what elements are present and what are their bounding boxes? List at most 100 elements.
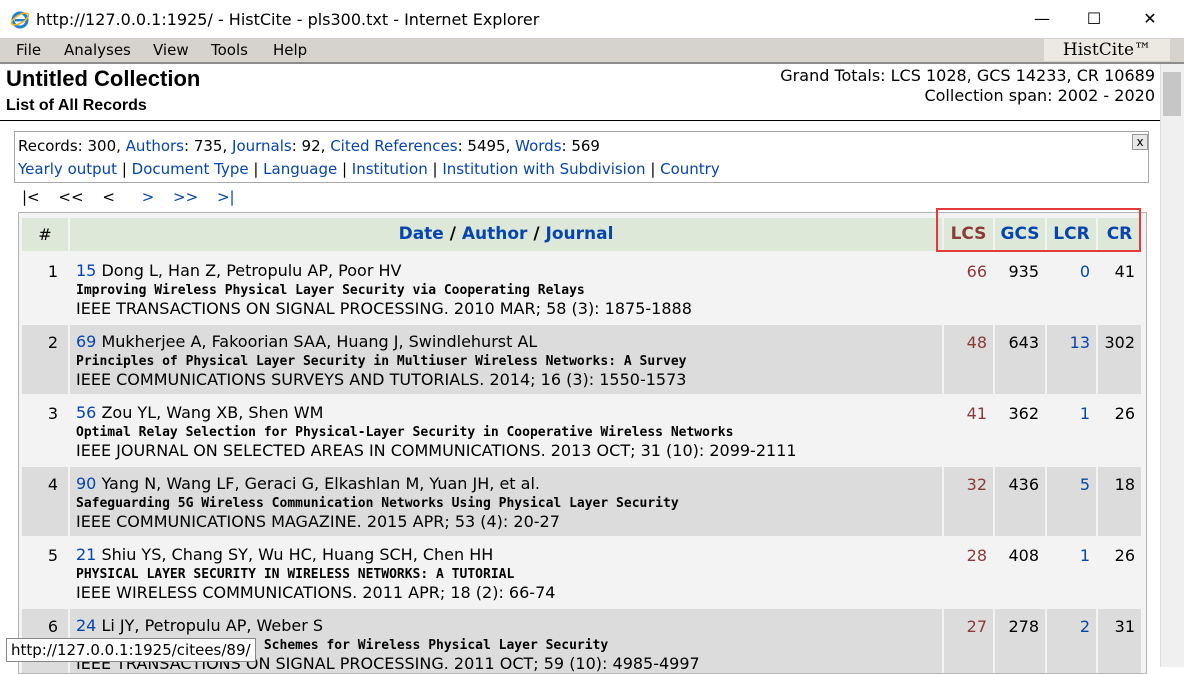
record-id-link[interactable]: 24	[76, 616, 96, 635]
lcs-value-link[interactable]: 41	[967, 404, 987, 423]
lcr-value-link[interactable]: 1	[1080, 404, 1090, 423]
first-page-button[interactable]: |<	[22, 188, 40, 206]
menu-analyses[interactable]: Analyses	[64, 41, 131, 59]
vertical-scrollbar[interactable]	[1160, 64, 1184, 667]
cited-references-value: 5495	[467, 137, 506, 155]
close-icon[interactable]: x	[1132, 134, 1148, 150]
maximize-button[interactable]: ☐	[1072, 6, 1116, 32]
cr-value: 302	[1098, 325, 1141, 394]
lcr-value-link[interactable]: 1	[1080, 546, 1090, 565]
sort-journal-link[interactable]: Journal	[546, 224, 614, 244]
header-sort-links: Date / Author / Journal	[70, 218, 942, 251]
next-block-button[interactable]: >>	[173, 188, 198, 206]
table-row: 1 15 Dong L, Han Z, Petropulu AP, Poor H…	[19, 253, 1146, 324]
record-title: Improving Wireless Physical Layer Securi…	[76, 283, 585, 298]
row-number: 2	[22, 325, 68, 394]
record-id-link[interactable]: 90	[76, 474, 96, 493]
internet-explorer-icon	[10, 11, 30, 29]
gcs-value: 436	[995, 467, 1045, 536]
record-authors: Zou YL, Wang XB, Shen WM	[101, 403, 324, 422]
lcs-value-link[interactable]: 28	[967, 546, 987, 565]
record-id-link[interactable]: 15	[76, 261, 96, 280]
pager: |< << < > >> >|	[22, 188, 235, 206]
lcr-cell: 0	[1047, 254, 1096, 323]
records-value: 300	[87, 137, 117, 155]
words-value: 569	[571, 137, 600, 155]
window-title: http://127.0.0.1:1925/ - HistCite - pls3…	[36, 10, 540, 29]
record-title: Optimal Relay Selection for Physical-Lay…	[76, 425, 734, 440]
record-source: IEEE COMMUNICATIONS MAGAZINE. 2015 APR; …	[76, 512, 560, 531]
row-number: 3	[22, 396, 68, 465]
scrollbar-thumb[interactable]	[1163, 72, 1181, 116]
record-source: IEEE JOURNAL ON SELECTED AREAS IN COMMUN…	[76, 441, 797, 460]
journals-link[interactable]: Journals	[232, 137, 292, 155]
histcite-brand: HistCite™	[1044, 39, 1170, 61]
yearly-output-link[interactable]: Yearly output	[18, 160, 117, 178]
gcs-value: 935	[995, 254, 1045, 323]
record-cell: 15 Dong L, Han Z, Petropulu AP, Poor HV …	[70, 254, 942, 323]
lcr-cell: 13	[1047, 325, 1096, 394]
prev-page-button[interactable]: <	[102, 188, 115, 206]
lcr-value-link[interactable]: 5	[1080, 475, 1090, 494]
gcs-value: 643	[995, 325, 1045, 394]
cr-value: 26	[1098, 396, 1141, 465]
authors-value: 735	[193, 137, 223, 155]
menu-divider	[0, 62, 1184, 64]
collection-span: Collection span: 2002 - 2020	[924, 86, 1155, 105]
analysis-links: Yearly output | Document Type | Language…	[18, 160, 720, 178]
records-label: Records:	[18, 137, 83, 155]
stats-summary: Records: 300, Authors: 735, Journals: 92…	[18, 137, 600, 155]
close-button[interactable]: ✕	[1128, 6, 1172, 32]
sort-date-link[interactable]: Date	[399, 224, 444, 244]
lcr-value-link[interactable]: 13	[1070, 333, 1090, 352]
record-source: IEEE TRANSACTIONS ON SIGNAL PROCESSING. …	[76, 299, 692, 318]
menu-view[interactable]: View	[153, 41, 189, 59]
lcs-cell: 27	[944, 609, 993, 673]
lcr-cell: 2	[1047, 609, 1096, 673]
institution-subdivision-link[interactable]: Institution with Subdivision	[442, 160, 645, 178]
cr-value: 18	[1098, 467, 1141, 536]
lcs-value-link[interactable]: 27	[967, 617, 987, 636]
record-id-link[interactable]: 69	[76, 332, 96, 351]
row-number: 1	[22, 254, 68, 323]
lcr-value-link[interactable]: 2	[1080, 617, 1090, 636]
page-subtitle: List of All Records	[6, 97, 147, 114]
lcr-value-link[interactable]: 0	[1080, 262, 1090, 281]
menu-help[interactable]: Help	[273, 41, 307, 59]
record-title: PHYSICAL LAYER SECURITY IN WIRELESS NETW…	[76, 567, 515, 582]
menu-tools[interactable]: Tools	[211, 41, 248, 59]
lcs-cell: 32	[944, 467, 993, 536]
stats-panel: Records: 300, Authors: 735, Journals: 92…	[14, 131, 1149, 183]
lcs-value-link[interactable]: 66	[967, 262, 987, 281]
record-cell: 90 Yang N, Wang LF, Geraci G, Elkashlan …	[70, 467, 942, 536]
lcr-cell: 1	[1047, 396, 1096, 465]
language-link[interactable]: Language	[263, 160, 337, 178]
row-number: 4	[22, 467, 68, 536]
grand-totals: Grand Totals: LCS 1028, GCS 14233, CR 10…	[780, 66, 1155, 85]
journals-value: 92	[301, 137, 321, 155]
record-authors: Shiu YS, Chang SY, Wu HC, Huang SCH, Che…	[101, 545, 494, 564]
document-type-link[interactable]: Document Type	[132, 160, 249, 178]
lcs-value-link[interactable]: 32	[967, 475, 987, 494]
words-link[interactable]: Words	[515, 137, 561, 155]
lcs-value-link[interactable]: 48	[967, 333, 987, 352]
institution-link[interactable]: Institution	[352, 160, 428, 178]
sort-author-link[interactable]: Author	[462, 224, 528, 244]
minimize-button[interactable]: —	[1020, 6, 1064, 32]
authors-link[interactable]: Authors	[126, 137, 184, 155]
status-url-tooltip: http://127.0.0.1:1925/citees/89/	[6, 638, 256, 662]
record-source: IEEE COMMUNICATIONS SURVEYS AND TUTORIAL…	[76, 370, 687, 389]
highlight-box	[936, 208, 1141, 252]
grand-totals-block: Grand Totals: LCS 1028, GCS 14233, CR 10…	[780, 66, 1155, 106]
record-id-link[interactable]: 56	[76, 403, 96, 422]
record-authors: Li JY, Petropulu AP, Weber S	[101, 616, 324, 635]
menu-file[interactable]: File	[16, 41, 41, 59]
country-link[interactable]: Country	[660, 160, 720, 178]
prev-block-button[interactable]: <<	[58, 188, 83, 206]
record-title: Safeguarding 5G Wireless Communication N…	[76, 496, 679, 511]
last-page-button[interactable]: >|	[217, 188, 235, 206]
record-id-link[interactable]: 21	[76, 545, 96, 564]
next-page-button[interactable]: >	[142, 188, 155, 206]
cited-references-link[interactable]: Cited References	[330, 137, 457, 155]
lcs-cell: 48	[944, 325, 993, 394]
